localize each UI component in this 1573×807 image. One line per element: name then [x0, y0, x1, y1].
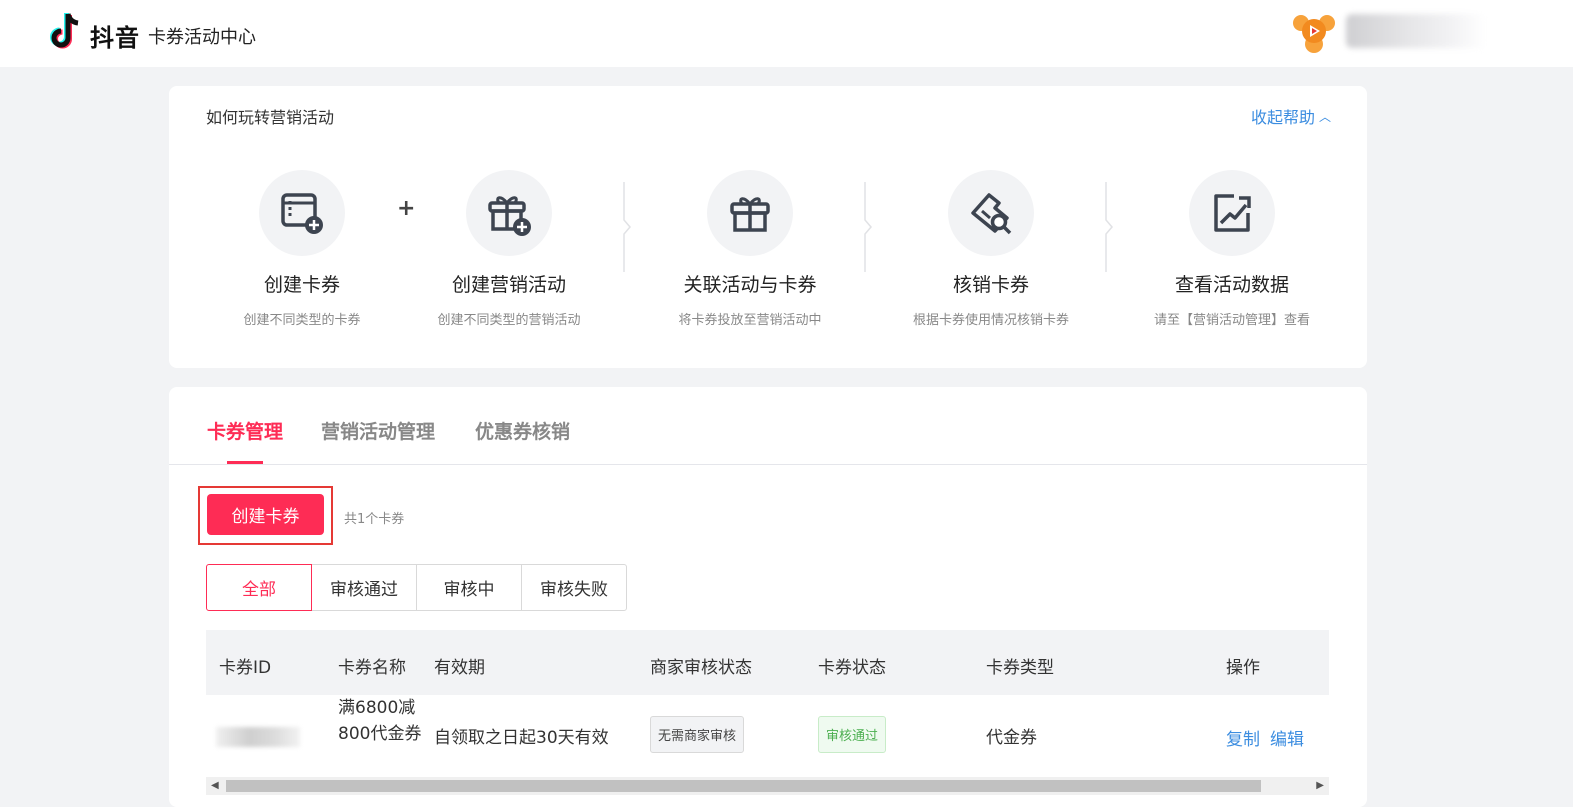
step-icon-circle — [259, 170, 345, 256]
copy-link[interactable]: 复制 — [1226, 725, 1260, 750]
coupon-management-card: 卡券管理 营销活动管理 优惠券核销 创建卡券 共1个卡券 全部 审核通过 审核中… — [169, 387, 1367, 807]
help-step-verify-coupon: 核销卡券 根据卡券使用情况核销卡券 — [881, 170, 1101, 328]
column-header-id: 卡券ID — [219, 658, 272, 678]
filter-all[interactable]: 全部 — [206, 564, 312, 611]
step-description: 请至【营销活动管理】查看 — [1153, 313, 1310, 328]
create-coupon-highlight: 创建卡券 — [198, 486, 333, 545]
ticket-search-icon — [971, 193, 1012, 235]
step-icon-circle — [948, 170, 1034, 256]
tab-activity-management[interactable]: 营销活动管理 — [321, 417, 435, 444]
column-header-validity: 有效期 — [434, 658, 485, 678]
scroll-right-icon[interactable]: ▶ — [1316, 780, 1324, 791]
coupon-count: 共1个卡券 — [344, 512, 405, 527]
douyin-logo-icon[interactable] — [48, 12, 82, 52]
coupon-table: 卡券ID 卡券名称 有效期 商家审核状态 卡券状态 卡券类型 操作 满6800减… — [206, 630, 1329, 777]
help-step-create-activity: 创建营销活动 创建不同类型的营销活动 — [399, 170, 619, 328]
step-separator-icon — [623, 182, 631, 272]
tab-coupon-management[interactable]: 卡券管理 — [207, 417, 283, 444]
coupon-id-blurred — [216, 727, 300, 747]
coupon-validity: 自领取之日起30天有效 — [434, 728, 609, 748]
step-label: 查看活动数据 — [1174, 274, 1289, 296]
status-filter-group: 全部 审核通过 审核中 审核失败 — [206, 564, 627, 611]
chevron-up-icon: ︿ — [1318, 110, 1331, 124]
coupon-status-badge: 审核通过 — [818, 716, 887, 753]
column-header-name: 卡券名称 — [338, 658, 406, 678]
table-row: 满6800减800代金券 自领取之日起30天有效 无需商家审核 审核通过 代金券… — [206, 695, 1329, 777]
account-avatar-icon[interactable] — [1292, 12, 1336, 54]
tab-coupon-verification[interactable]: 优惠券核销 — [475, 417, 570, 444]
app-subtitle: 卡券活动中心 — [148, 27, 256, 48]
brand-name: 抖音 — [90, 24, 140, 52]
top-bar: 抖音 卡券活动中心 — [0, 0, 1573, 67]
merchant-status-badge: 无需商家审核 — [650, 716, 745, 753]
account-name-blurred[interactable] — [1346, 14, 1486, 48]
filter-approved[interactable]: 审核通过 — [311, 564, 417, 611]
filter-rejected[interactable]: 审核失败 — [521, 564, 627, 611]
filter-reviewing[interactable]: 审核中 — [416, 564, 522, 611]
step-icon-circle — [707, 170, 793, 256]
horizontal-scrollbar[interactable]: ◀ ▶ — [206, 777, 1329, 795]
tab-bar: 卡券管理 营销活动管理 优惠券核销 — [169, 387, 1367, 465]
step-separator-icon — [1105, 182, 1113, 272]
edit-link[interactable]: 编辑 — [1270, 725, 1304, 750]
gift-add-icon — [488, 196, 531, 236]
scroll-left-icon[interactable]: ◀ — [211, 780, 219, 791]
step-label: 核销卡券 — [952, 274, 1029, 296]
chart-trend-icon — [1214, 194, 1251, 232]
step-label: 创建卡券 — [263, 274, 340, 296]
help-step-link-activity: 关联活动与卡券 将卡券投放至营销活动中 — [640, 170, 860, 328]
active-tab-indicator — [227, 461, 263, 464]
column-header-type: 卡券类型 — [986, 658, 1054, 678]
coupon-add-icon — [281, 193, 323, 234]
step-icon-circle — [1189, 170, 1275, 256]
help-title: 如何玩转营销活动 — [206, 108, 335, 127]
step-separator-icon — [864, 182, 872, 272]
step-description: 将卡券投放至营销活动中 — [678, 313, 822, 328]
table-header: 卡券ID 卡券名称 有效期 商家审核状态 卡券状态 卡券类型 操作 — [206, 630, 1329, 695]
step-description: 创建不同类型的营销活动 — [437, 313, 581, 328]
collapse-help-button[interactable]: 收起帮助 ︿ — [1251, 104, 1331, 128]
column-header-status: 卡券状态 — [818, 658, 886, 678]
step-icon-circle — [466, 170, 552, 256]
column-header-merchant-status: 商家审核状态 — [650, 658, 752, 678]
step-label: 创建营销活动 — [451, 274, 566, 296]
coupon-name: 满6800减800代金券 — [338, 698, 422, 744]
step-description: 创建不同类型的卡券 — [243, 313, 361, 328]
help-step-create-coupon: 创建卡券 创建不同类型的卡券 — [192, 170, 412, 328]
help-card: 如何玩转营销活动 收起帮助 ︿ 创建卡券 创建不同类型的卡券 + 创建营销活动 … — [169, 86, 1367, 368]
step-label: 关联活动与卡券 — [683, 274, 817, 296]
coupon-type: 代金券 — [986, 728, 1037, 748]
column-header-actions: 操作 — [1226, 658, 1260, 678]
step-description: 根据卡券使用情况核销卡券 — [912, 313, 1069, 328]
help-step-view-data: 查看活动数据 请至【营销活动管理】查看 — [1122, 170, 1342, 328]
collapse-help-label: 收起帮助 — [1250, 108, 1315, 127]
create-coupon-button[interactable]: 创建卡券 — [207, 494, 324, 535]
scrollbar-thumb[interactable] — [226, 780, 1261, 792]
gift-icon — [730, 197, 770, 232]
